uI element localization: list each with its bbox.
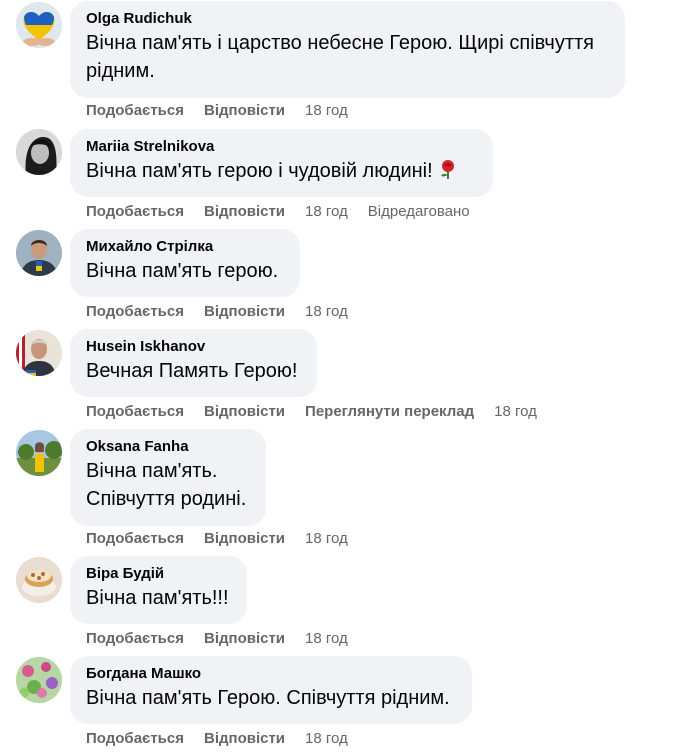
- comment-timestamp[interactable]: 18 год: [305, 102, 348, 119]
- like-button[interactable]: Подобається: [86, 730, 184, 747]
- comment-author[interactable]: Mariia Strelnikova: [86, 137, 477, 157]
- comment-timestamp[interactable]: 18 год: [305, 203, 348, 220]
- like-button[interactable]: Подобається: [86, 530, 184, 547]
- like-button[interactable]: Подобається: [86, 102, 184, 119]
- comment-bubble: Husein Iskhanov Вечная Память Герою!: [70, 329, 317, 397]
- like-button[interactable]: Подобається: [86, 630, 184, 647]
- comment-actions: Подобається Відповісти Переглянути перекла…: [86, 402, 557, 422]
- comment-timestamp[interactable]: 18 год: [494, 403, 537, 420]
- rose-emoji: [437, 158, 459, 180]
- comment-author[interactable]: Olga Rudichuk: [86, 9, 609, 29]
- comment-timestamp[interactable]: 18 год: [305, 530, 348, 547]
- comment-bubble: Віра Будій Вічна пам'ять!!!: [70, 556, 247, 624]
- reply-button[interactable]: Відповісти: [204, 630, 285, 647]
- comment-actions: Подобається Відповісти 18 год: [86, 529, 368, 549]
- comment-text: Вічна пам'ять і царство небесне Герою. Щ…: [86, 32, 594, 82]
- comment-text-content: Вічна пам'ять герою і чудовій людині!: [86, 160, 433, 182]
- comment-bubble: Богдана Машко Вічна пам'ять Герою. Співч…: [70, 656, 472, 724]
- comment-text: Вічна пам'ять Герою. Співчуття рідним.: [86, 687, 450, 709]
- flowers-avatar[interactable]: [16, 657, 62, 703]
- reply-button[interactable]: Відповісти: [204, 730, 285, 747]
- reply-button[interactable]: Відповісти: [204, 530, 285, 547]
- comment-text: Вічна пам'ять герою.: [86, 260, 279, 282]
- comment-text: Вечная Память Герою!: [86, 360, 298, 382]
- comment-text: Вічна пам'ять!!!: [86, 587, 229, 609]
- like-button[interactable]: Подобається: [86, 203, 184, 220]
- comment-bubble: Mariia Strelnikova Вічна пам'ять герою і…: [70, 129, 493, 197]
- like-button[interactable]: Подобається: [86, 403, 184, 420]
- reply-button[interactable]: Відповісти: [204, 102, 285, 119]
- bw-portrait-avatar[interactable]: [16, 129, 62, 175]
- reply-button[interactable]: Відповісти: [204, 403, 285, 420]
- comment-timestamp[interactable]: 18 год: [305, 730, 348, 747]
- comment-author[interactable]: Михайло Стрілка: [86, 237, 284, 257]
- comment-actions: Подобається Відповісти 18 год: [86, 101, 368, 121]
- reply-button[interactable]: Відповісти: [204, 303, 285, 320]
- comment-bubble: Oksana Fanha Вічна пам'ять. Співчуття ро…: [70, 429, 266, 526]
- comment-actions: Подобається Відповісти 18 год: [86, 629, 368, 649]
- comment-timestamp[interactable]: 18 год: [305, 303, 348, 320]
- reply-button[interactable]: Відповісти: [204, 203, 285, 220]
- comment-text: Вічна пам'ять герою і чудовій людині!: [86, 157, 477, 185]
- man-portrait-avatar[interactable]: [16, 230, 62, 276]
- man-with-flag-avatar[interactable]: [16, 330, 62, 376]
- comment-author[interactable]: Богдана Машко: [86, 664, 456, 684]
- comment-timestamp[interactable]: 18 год: [305, 630, 348, 647]
- comment-author[interactable]: Oksana Fanha: [86, 437, 250, 457]
- comment-actions: Подобається Відповісти 18 год: [86, 729, 368, 749]
- comment-bubble: Olga Rudichuk Вічна пам'ять і царство не…: [70, 1, 625, 98]
- comment-bubble: Михайло Стрілка Вічна пам'ять герою.: [70, 229, 300, 297]
- comment-author[interactable]: Husein Iskhanov: [86, 337, 301, 357]
- comment-actions: Подобається Відповісти 18 год Відредаговано: [86, 202, 470, 222]
- comment-author[interactable]: Віра Будій: [86, 564, 231, 584]
- edited-label: Відредаговано: [367, 203, 470, 220]
- comment-text: Вічна пам'ять. Співчуття родині.: [86, 460, 247, 510]
- cake-avatar[interactable]: [16, 557, 62, 603]
- ukraine-heart-avatar[interactable]: [16, 2, 62, 48]
- comment-actions: Подобається Відповісти 18 год: [86, 302, 368, 322]
- see-translation-button[interactable]: Переглянути переклад: [305, 403, 474, 420]
- woman-outdoor-avatar[interactable]: [16, 430, 62, 476]
- like-button[interactable]: Подобається: [86, 303, 184, 320]
